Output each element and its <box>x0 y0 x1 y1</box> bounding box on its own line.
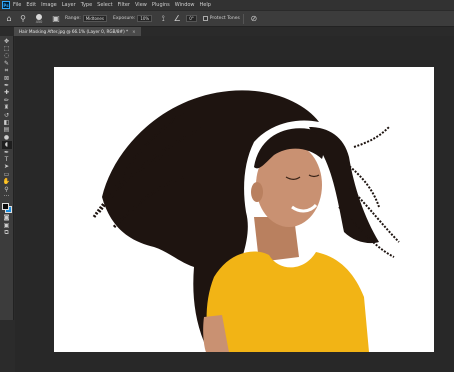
photo-image <box>92 90 400 352</box>
photoshop-logo-icon[interactable]: Ps <box>2 1 10 9</box>
toolbar-bottom-area <box>0 320 14 372</box>
airbrush-icon[interactable]: ⟟ <box>158 14 168 24</box>
protect-tones-checkbox[interactable] <box>202 16 208 21</box>
angle-field[interactable]: 0° <box>186 15 197 22</box>
menu-layer[interactable]: Layer <box>62 2 76 8</box>
menu-view[interactable]: View <box>135 2 147 8</box>
yellow-shirt <box>206 251 369 352</box>
range-select[interactable]: Midtones <box>82 15 107 22</box>
brush-settings-icon[interactable]: ▣ <box>51 14 61 24</box>
foreground-color-swatch[interactable] <box>1 202 9 210</box>
options-bar: ⌂ ⚲ 450 ▣ Range: Midtones Exposure: 10% … <box>0 10 454 27</box>
menu-window[interactable]: Window <box>175 2 195 8</box>
exposure-label: Exposure: <box>112 16 136 21</box>
protect-tones-label: Protect Tones <box>209 16 240 21</box>
gradient-tool-icon[interactable]: ▤ <box>2 127 12 134</box>
document-tab[interactable]: Hair Masking After.jpg @ 66.1% (Layer 0,… <box>14 27 141 36</box>
menu-bar: Ps File Edit Image Layer Type Select Fil… <box>0 0 454 10</box>
menu-filter[interactable]: Filter <box>118 2 130 8</box>
menu-edit[interactable]: Edit <box>26 2 36 8</box>
angle-icon: ∠ <box>173 14 181 23</box>
menu-help[interactable]: Help <box>200 2 211 8</box>
brush-preset-picker[interactable]: 450 <box>32 13 46 25</box>
menu-type[interactable]: Type <box>81 2 92 8</box>
color-swatches[interactable] <box>1 202 12 213</box>
ear <box>251 182 263 202</box>
menu-select[interactable]: Select <box>97 2 112 8</box>
menu-image[interactable]: Image <box>41 2 57 8</box>
exposure-field[interactable]: 10% <box>137 15 153 22</box>
menu-plugins[interactable]: Plugins <box>152 2 170 8</box>
path-selection-tool-icon[interactable]: ➤ <box>2 164 12 171</box>
divider <box>242 13 244 24</box>
quick-mask-button-icon[interactable]: ◙ <box>2 215 12 222</box>
clone-stamp-tool-icon[interactable]: ♜ <box>2 105 12 112</box>
crop-tool-icon[interactable]: ⌗ <box>2 68 12 75</box>
range-label: Range: <box>65 16 81 21</box>
tool-preset-icon[interactable]: ⚲ <box>18 14 28 24</box>
tools-panel: ✥ ⬚ ◌ ✎ ⌗ ⊠ ✒ ✚ ✏ ♜ ↺ ◧ ▤ ● ◖ ✒ T ➤ ▭ ✋ ⚲ ··· ◙ ▣ ⧉ <box>0 36 14 320</box>
more-tools-icon[interactable]: ··· <box>2 193 12 200</box>
document-canvas[interactable] <box>54 67 434 352</box>
extra-tools-button-icon[interactable]: ⧉ <box>2 229 12 236</box>
dodge-tool-icon[interactable]: ◖ <box>1 141 12 149</box>
hand-tool-icon[interactable]: ✋ <box>2 178 12 185</box>
close-icon[interactable]: × <box>132 29 136 34</box>
home-icon[interactable]: ⌂ <box>4 14 14 24</box>
pressure-icon[interactable]: ⊘ <box>249 14 259 24</box>
document-tab-title: Hair Masking After.jpg @ 66.1% (Layer 0,… <box>19 29 129 34</box>
brush-size: 450 <box>35 19 43 24</box>
document-tab-bar: Hair Masking After.jpg @ 66.1% (Layer 0,… <box>14 27 454 36</box>
menu-file[interactable]: File <box>13 2 21 8</box>
